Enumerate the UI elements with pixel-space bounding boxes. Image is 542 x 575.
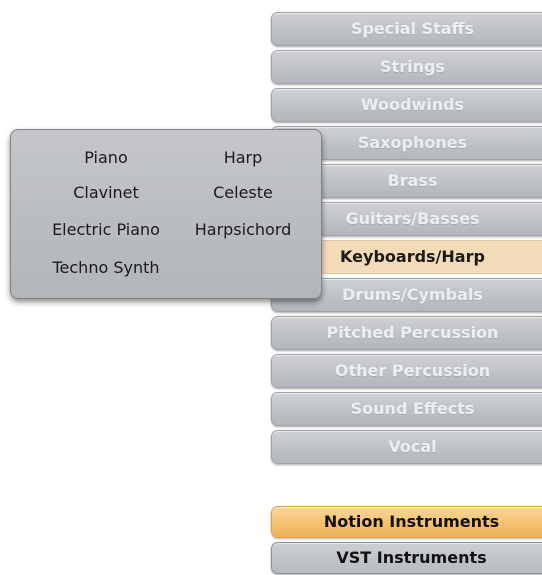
category-special-staffs[interactable]: Special Staffs	[271, 12, 542, 46]
instrument-harpsichord[interactable]: Harpsichord	[195, 220, 292, 239]
category-label: Vocal	[388, 437, 437, 456]
category-other-percussion[interactable]: Other Percussion	[271, 354, 542, 388]
category-woodwinds[interactable]: Woodwinds	[271, 88, 542, 122]
category-label: Other Percussion	[334, 361, 491, 380]
category-label: Sound Effects	[350, 399, 475, 418]
instrument-harp[interactable]: Harp	[224, 148, 263, 167]
category-sound-effects[interactable]: Sound Effects	[271, 392, 542, 426]
category-label: Woodwinds	[360, 95, 465, 114]
category-pitched-percussion[interactable]: Pitched Percussion	[271, 316, 542, 350]
notion-instruments-button[interactable]: Notion Instruments	[271, 506, 542, 538]
instrument-clavinet[interactable]: Clavinet	[73, 183, 139, 202]
instrument-techno-synth[interactable]: Techno Synth	[52, 258, 159, 277]
vst-instruments-button[interactable]: VST Instruments	[271, 542, 542, 574]
instrument-electric-piano[interactable]: Electric Piano	[52, 220, 160, 239]
notion-instruments-label: Notion Instruments	[323, 512, 500, 531]
category-label: Special Staffs	[350, 19, 475, 38]
category-vocal[interactable]: Vocal	[271, 430, 542, 464]
instrument-celeste[interactable]: Celeste	[213, 183, 273, 202]
instrument-piano[interactable]: Piano	[84, 148, 127, 167]
category-label: Strings	[380, 57, 445, 76]
instrument-source-list: Notion Instruments VST Instruments	[271, 506, 542, 575]
vst-instruments-label: VST Instruments	[336, 548, 487, 567]
category-label: Pitched Percussion	[326, 323, 499, 342]
instrument-popup: Piano Harp Clavinet Celeste Electric Pia…	[10, 129, 322, 299]
instrument-chooser: Special Staffs Strings Woodwinds Saxopho…	[0, 0, 542, 575]
category-strings[interactable]: Strings	[271, 50, 542, 84]
